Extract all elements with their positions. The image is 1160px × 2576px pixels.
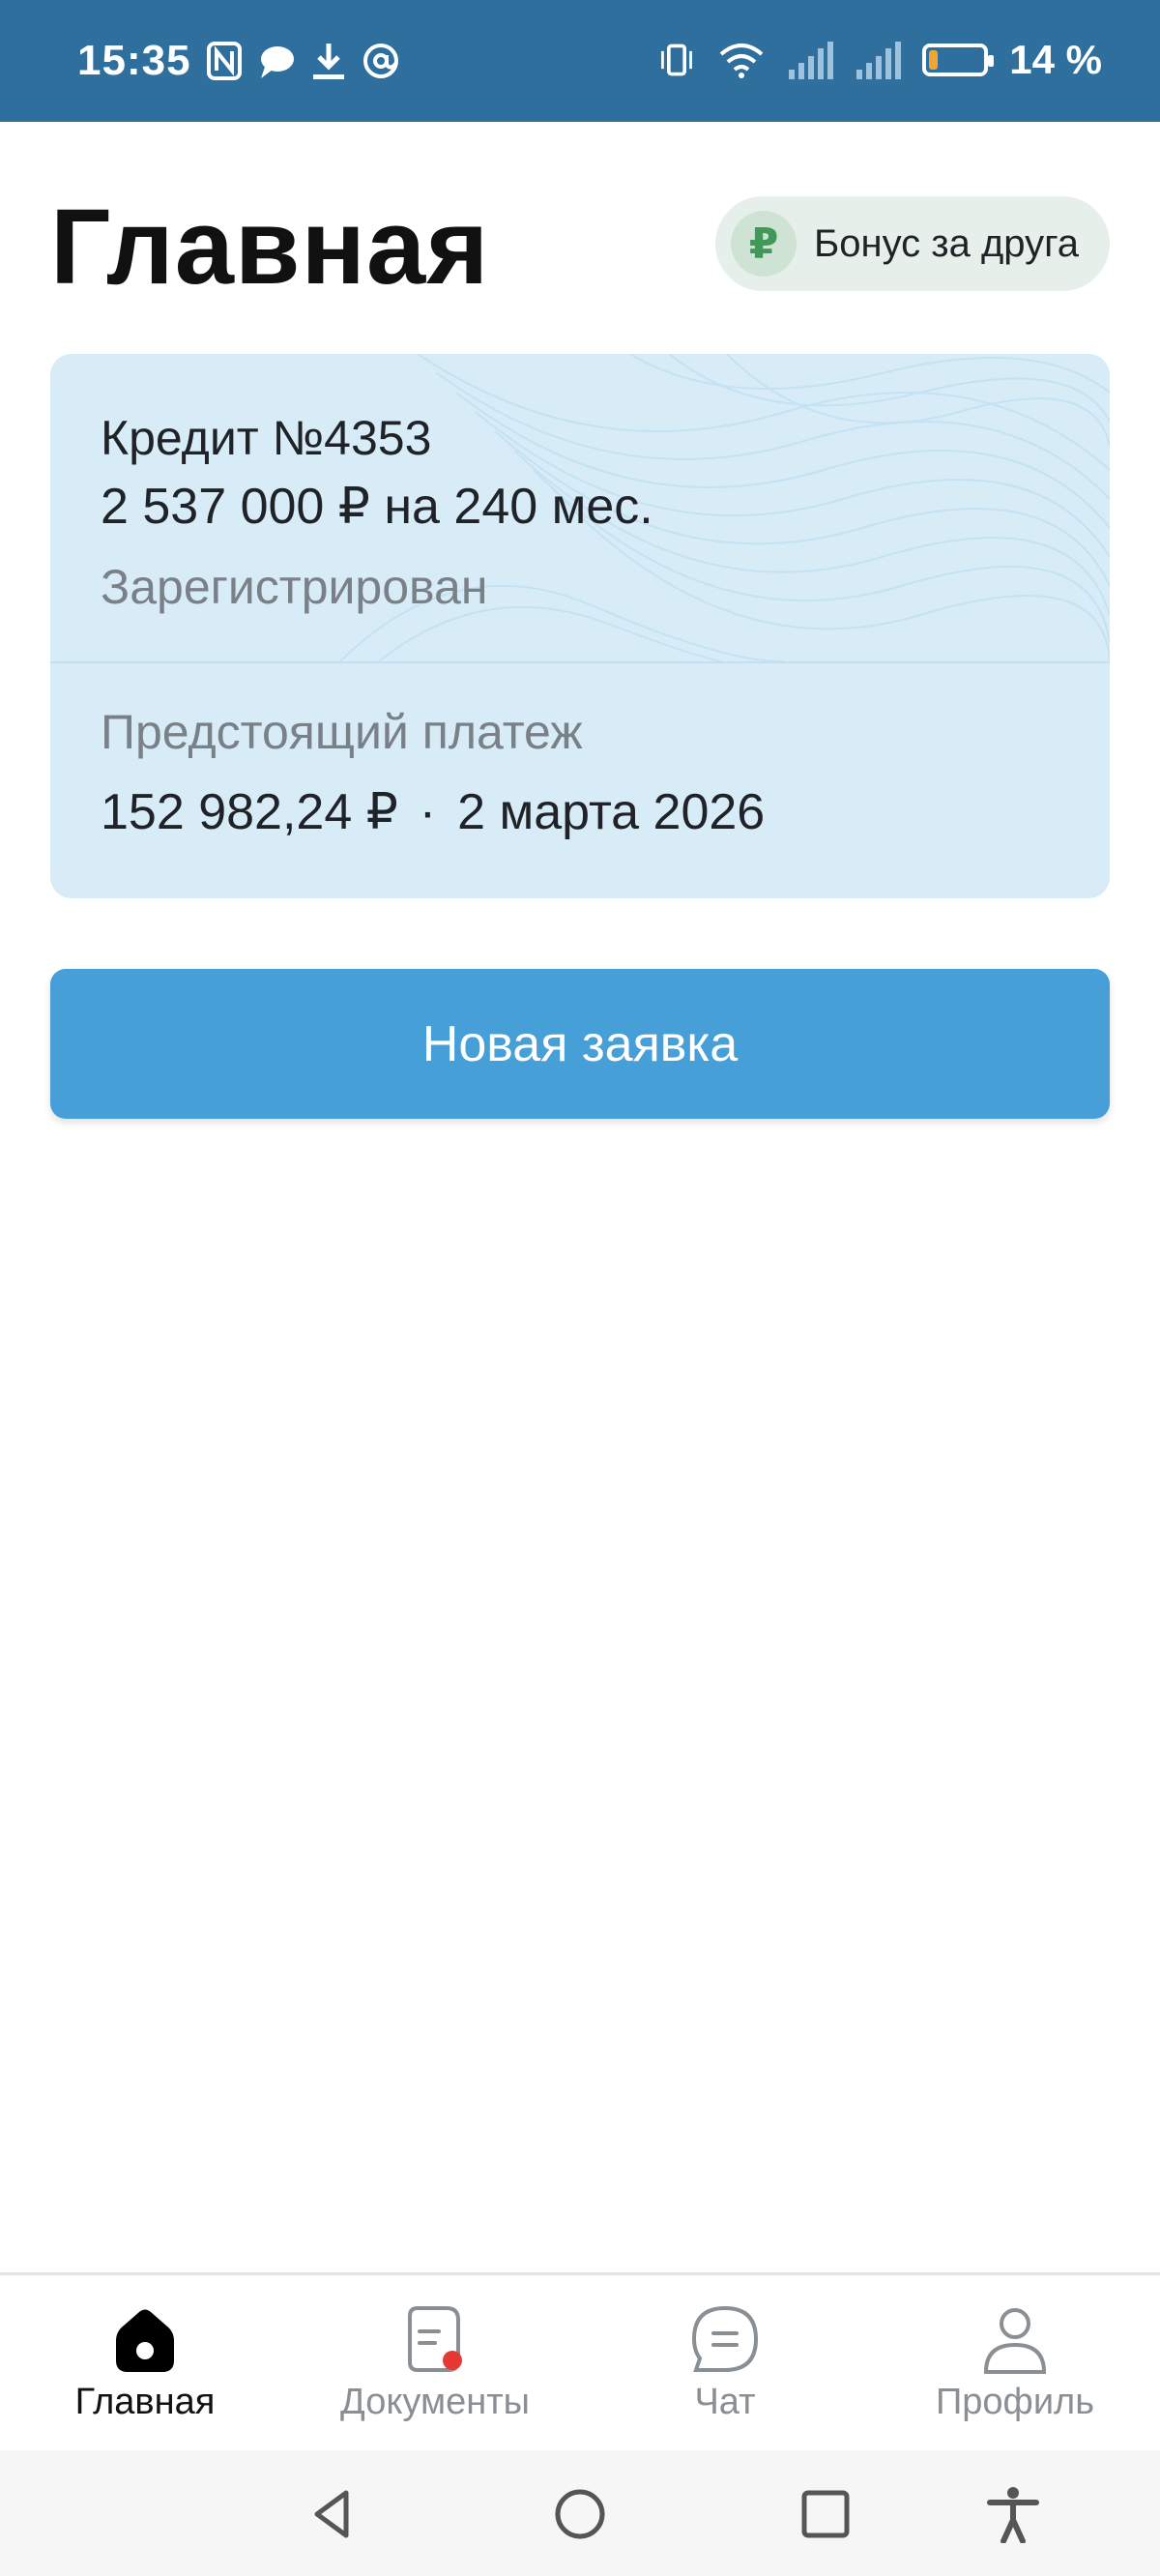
back-icon[interactable]	[304, 2485, 362, 2543]
vibrate-icon	[661, 44, 693, 76]
battery-percent: 14 %	[1009, 37, 1102, 82]
accessibility-icon[interactable]	[984, 2485, 1042, 2543]
at-icon	[362, 44, 398, 78]
credit-amount: 2 537 000 ₽ на 240 мес.	[101, 479, 653, 535]
profile-icon	[983, 2308, 1047, 2374]
signal-icon	[789, 42, 834, 79]
status-right: 14 %	[657, 37, 1102, 83]
nfc-icon	[206, 42, 242, 80]
separator-dot: ·	[419, 784, 437, 840]
home-circle-icon[interactable]	[551, 2485, 609, 2543]
upcoming-amount: 152 982,24 ₽	[101, 784, 398, 840]
signal-icon	[856, 42, 902, 79]
upcoming-payment-value: 152 982,24 ₽ · 2 марта 2026	[101, 783, 765, 841]
home-icon	[116, 2309, 174, 2372]
bonus-button[interactable]: ₽ Бонус за друга	[715, 196, 1110, 291]
download-icon	[312, 44, 344, 79]
nav-item-documents[interactable]: Документы	[309, 2302, 561, 2423]
nav-label-documents: Документы	[340, 2382, 530, 2422]
chat-icon	[691, 2305, 759, 2372]
upcoming-date: 2 марта 2026	[457, 784, 766, 840]
credit-status: Зарегистрирован	[101, 560, 488, 614]
nav-item-chat[interactable]: Чат	[599, 2302, 851, 2423]
status-time: 15:35	[77, 37, 191, 84]
credit-card[interactable]: Кредит №4353 2 537 000 ₽ на 240 мес. Зар…	[50, 354, 1110, 898]
system-nav-bar	[0, 2450, 1160, 2576]
status-left: 15:35	[77, 37, 400, 85]
wifi-icon	[719, 44, 764, 78]
ruble-coin-icon: ₽	[731, 211, 797, 277]
recents-icon[interactable]	[797, 2485, 855, 2543]
bonus-label: Бонус за друга	[814, 221, 1080, 265]
page-title: Главная	[50, 188, 490, 307]
battery-icon	[922, 44, 995, 76]
chat-bubble-icon	[260, 46, 294, 78]
nav-item-home[interactable]: Главная	[19, 2302, 271, 2423]
credit-card-header: Кредит №4353 2 537 000 ₽ на 240 мес. Зар…	[50, 354, 1110, 663]
new-application-button[interactable]: Новая заявка	[50, 969, 1110, 1119]
nav-label-profile: Профиль	[935, 2382, 1095, 2422]
credit-title: Кредит №4353	[101, 411, 432, 465]
nav-label-chat: Чат	[694, 2382, 756, 2422]
upcoming-payment-label: Предстоящий платеж	[101, 705, 583, 759]
status-bar: 15:35 14 %	[0, 0, 1160, 122]
bottom-nav: Главная Документы Чат Профиль	[0, 2272, 1160, 2453]
nav-label-home: Главная	[74, 2382, 216, 2422]
document-icon	[408, 2306, 462, 2372]
notification-badge	[443, 2351, 462, 2370]
battery-level	[929, 50, 938, 70]
nav-item-profile[interactable]: Профиль	[889, 2302, 1141, 2423]
